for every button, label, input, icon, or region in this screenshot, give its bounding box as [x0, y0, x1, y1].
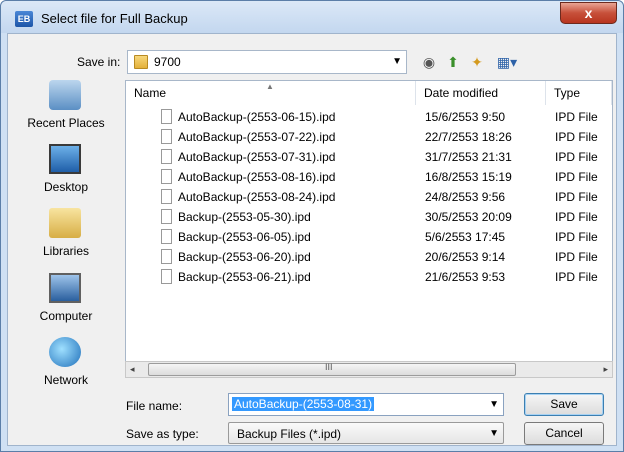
file-icon — [161, 249, 172, 264]
libraries-icon — [49, 208, 81, 238]
place-label: Desktop — [43, 180, 89, 194]
file-icon — [161, 149, 172, 164]
file-name: Backup-(2553-05-30).ipd — [178, 210, 311, 224]
scrollbar-grip-icon: III — [325, 362, 333, 372]
desktop-icon — [49, 144, 81, 174]
place-label: Recent Places — [27, 116, 105, 130]
scrollbar-thumb[interactable]: III — [148, 362, 516, 376]
file-icon — [161, 189, 172, 204]
file-date: 31/7/2553 21:31 — [425, 150, 512, 164]
app-icon: EB — [15, 11, 33, 27]
file-name-label: File name: — [126, 399, 183, 413]
file-icon — [161, 269, 172, 284]
file-date: 20/6/2553 9:14 — [425, 250, 506, 264]
file-name: Backup-(2553-06-20).ipd — [178, 250, 311, 264]
place-recent-places[interactable]: Recent Places — [11, 80, 121, 140]
view-menu-icon[interactable]: ▦▾ — [494, 53, 520, 71]
file-name: AutoBackup-(2553-06-15).ipd — [178, 110, 336, 124]
save-as-type-dropdown[interactable]: Backup Files (*.ipd) ▼ — [228, 422, 504, 444]
table-row[interactable]: AutoBackup-(2553-07-22).ipd 22/7/2553 18… — [126, 127, 612, 146]
file-type: IPD File — [555, 210, 598, 224]
file-icon — [161, 209, 172, 224]
file-name-value: AutoBackup-(2553-08-31) — [232, 397, 375, 411]
place-label: Libraries — [42, 244, 90, 258]
place-label: Network — [43, 373, 88, 387]
file-icon — [161, 129, 172, 144]
scroll-left-icon[interactable]: ◂ — [130, 364, 135, 375]
file-icon — [161, 229, 172, 244]
new-folder-icon[interactable]: ✦ — [468, 53, 486, 71]
file-type: IPD File — [555, 170, 598, 184]
table-row[interactable]: Backup-(2553-06-20).ipd 20/6/2553 9:14 I… — [126, 247, 612, 266]
cancel-button[interactable]: Cancel — [524, 422, 604, 445]
file-icon — [161, 169, 172, 184]
save-in-value: 9700 — [154, 55, 181, 69]
file-name: Backup-(2553-06-21).ipd — [178, 270, 311, 284]
table-row[interactable]: Backup-(2553-05-30).ipd 30/5/2553 20:09 … — [126, 207, 612, 226]
table-row[interactable]: Backup-(2553-06-05).ipd 5/6/2553 17:45 I… — [126, 227, 612, 246]
place-desktop[interactable]: Desktop — [11, 144, 121, 204]
table-row[interactable]: AutoBackup-(2553-07-31).ipd 31/7/2553 21… — [126, 147, 612, 166]
file-date: 30/5/2553 20:09 — [425, 210, 512, 224]
sort-arrow-icon: ▲ — [266, 82, 274, 91]
title-bar[interactable]: EB Select file for Full Backup x — [1, 1, 623, 33]
close-button[interactable]: x — [560, 2, 617, 24]
file-type: IPD File — [555, 250, 598, 264]
file-type: IPD File — [555, 110, 598, 124]
table-row[interactable]: AutoBackup-(2553-08-16).ipd 16/8/2553 15… — [126, 167, 612, 186]
file-name: AutoBackup-(2553-08-24).ipd — [178, 190, 336, 204]
horizontal-scrollbar[interactable]: ◂ III ▸ — [125, 361, 613, 378]
file-type: IPD File — [555, 270, 598, 284]
save-as-type-value: Backup Files (*.ipd) — [237, 427, 342, 441]
file-date: 21/6/2553 9:53 — [425, 270, 506, 284]
save-button[interactable]: Save — [524, 393, 604, 416]
network-icon — [49, 337, 81, 367]
file-date: 22/7/2553 18:26 — [425, 130, 512, 144]
chevron-down-icon[interactable]: ▼ — [489, 399, 499, 410]
place-computer[interactable]: Computer — [11, 273, 121, 333]
folder-icon — [134, 55, 148, 69]
file-name: AutoBackup-(2553-07-22).ipd — [178, 130, 336, 144]
back-icon[interactable]: ◉ — [420, 53, 438, 71]
column-header-name[interactable]: ▲ Name — [126, 81, 416, 105]
file-icon — [161, 109, 172, 124]
file-type: IPD File — [555, 230, 598, 244]
chevron-down-icon[interactable]: ▼ — [392, 56, 402, 67]
file-date: 5/6/2553 17:45 — [425, 230, 506, 244]
save-in-label: Save in: — [77, 55, 121, 69]
table-row[interactable]: AutoBackup-(2553-08-24).ipd 24/8/2553 9:… — [126, 187, 612, 206]
column-header-type[interactable]: Type — [546, 81, 612, 105]
dialog-body: Save in: 9700 ▼ ◉ ⬆ ✦ ▦▾ Recent Places D… — [7, 33, 617, 446]
up-folder-icon[interactable]: ⬆ — [444, 53, 462, 71]
place-libraries[interactable]: Libraries — [11, 208, 121, 268]
column-header-date[interactable]: Date modified — [416, 81, 546, 105]
save-file-dialog: EB Select file for Full Backup x Save in… — [0, 0, 624, 452]
table-row[interactable]: Backup-(2553-06-21).ipd 21/6/2553 9:53 I… — [126, 267, 612, 286]
file-name: AutoBackup-(2553-08-16).ipd — [178, 170, 336, 184]
save-in-dropdown[interactable]: 9700 ▼ — [127, 50, 407, 74]
file-date: 15/6/2553 9:50 — [425, 110, 506, 124]
file-type: IPD File — [555, 190, 598, 204]
places-bar: Recent Places Desktop Libraries Computer… — [11, 80, 121, 440]
file-date: 24/8/2553 9:56 — [425, 190, 506, 204]
column-name-label: Name — [134, 86, 167, 100]
file-name: Backup-(2553-06-05).ipd — [178, 230, 311, 244]
file-name-field[interactable]: AutoBackup-(2553-08-31) ▼ — [228, 393, 504, 416]
file-type: IPD File — [555, 150, 598, 164]
file-list[interactable]: ▲ Name Date modified Type AutoBackup-(25… — [125, 80, 613, 378]
scroll-right-icon[interactable]: ▸ — [603, 364, 608, 375]
file-name: AutoBackup-(2553-07-31).ipd — [178, 150, 336, 164]
computer-icon — [49, 273, 81, 303]
save-as-type-label: Save as type: — [126, 427, 199, 441]
recent-places-icon — [49, 80, 81, 110]
chevron-down-icon[interactable]: ▼ — [489, 428, 499, 439]
window-title: Select file for Full Backup — [41, 11, 188, 26]
table-row[interactable]: AutoBackup-(2553-06-15).ipd 15/6/2553 9:… — [126, 107, 612, 126]
file-type: IPD File — [555, 130, 598, 144]
place-network[interactable]: Network — [11, 337, 121, 397]
place-label: Computer — [39, 309, 93, 323]
file-date: 16/8/2553 15:19 — [425, 170, 512, 184]
